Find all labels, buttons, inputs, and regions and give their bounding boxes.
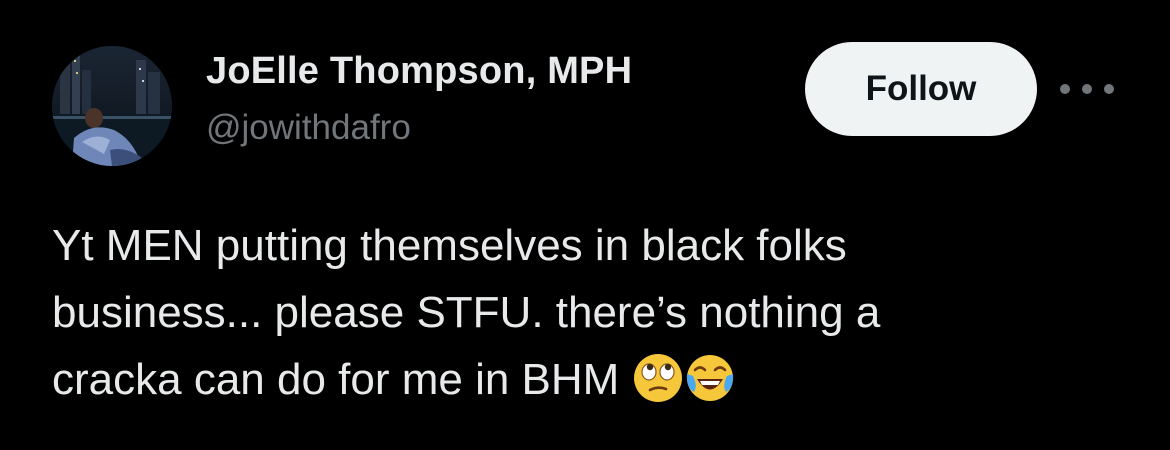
follow-button[interactable]: Follow [805, 42, 1037, 136]
dot [1060, 84, 1070, 94]
tweet-line-last: cracka can do for me in BHM [52, 346, 1132, 413]
dot [1104, 84, 1114, 94]
dot [1082, 84, 1092, 94]
tweet-line: Yt MEN putting themselves in black folks [52, 221, 847, 270]
face-with-tears-of-joy-icon [684, 352, 736, 404]
display-name[interactable]: JoElle Thompson, MPH [206, 50, 632, 93]
tweet-line: business... please STFU. there’s nothing… [52, 288, 881, 337]
tweet-card: JoElle Thompson, MPH @jowithdafro Follow… [0, 0, 1170, 450]
user-handle[interactable]: @jowithdafro [206, 108, 411, 148]
avatar-photo-icon [52, 46, 172, 166]
more-options-icon[interactable] [1060, 80, 1114, 98]
tweet-line-text: cracka can do for me in BHM [52, 355, 620, 404]
tweet-text: Yt MEN putting themselves in black folks… [52, 212, 1132, 413]
face-with-rolling-eyes-icon [632, 352, 684, 404]
avatar[interactable] [52, 46, 172, 166]
